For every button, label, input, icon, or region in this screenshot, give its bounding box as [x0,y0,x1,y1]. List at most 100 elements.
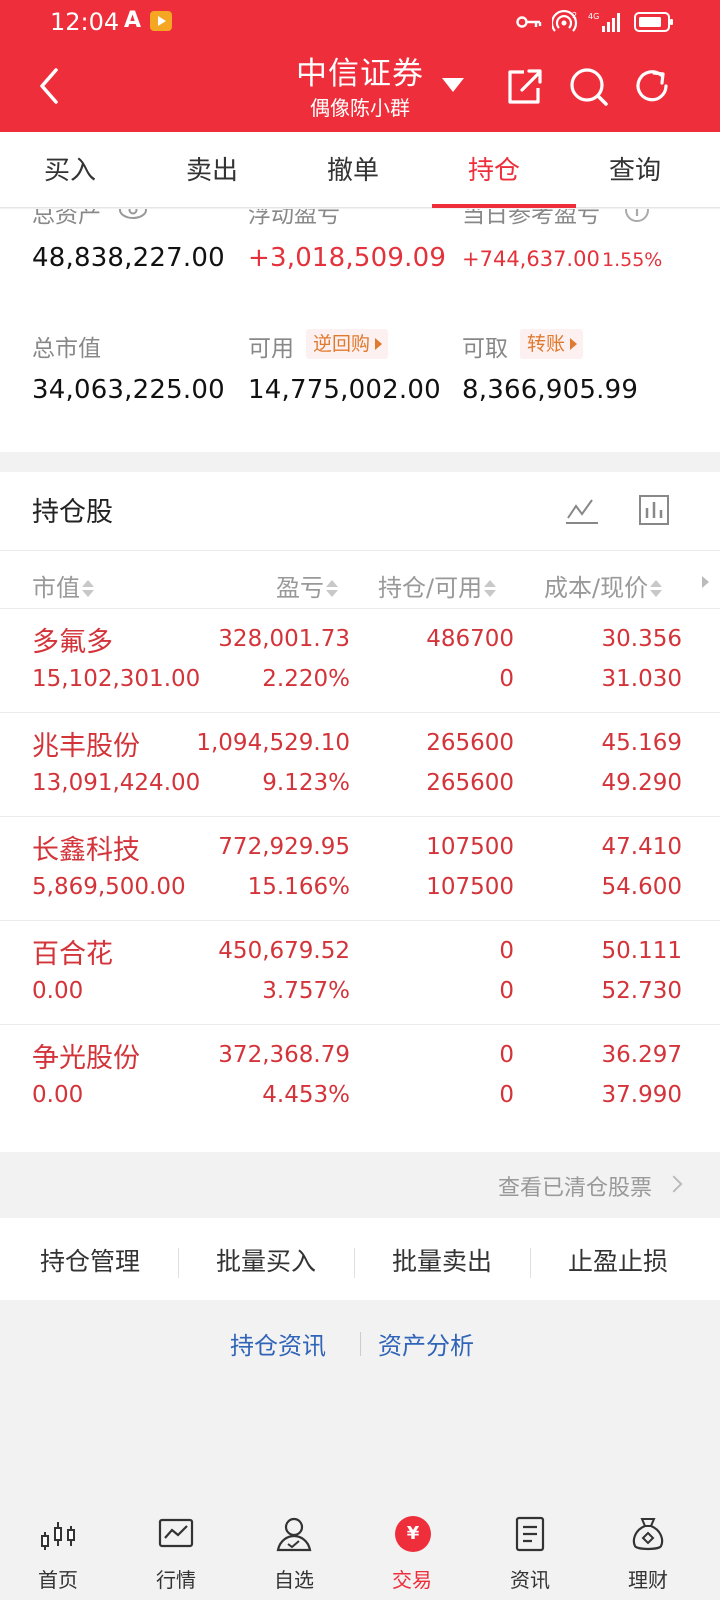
holding-row[interactable]: 兆丰股份 13,091,424.00 1,094,529.10 9.123% 26560… [0,712,720,816]
stock-price: 49.290 [601,770,682,796]
info-icon[interactable] [624,209,650,223]
total-assets-value: 48,838,227.00 [32,243,225,273]
stock-cost: 45.169 [601,730,682,756]
notification-video-icon [150,11,172,31]
stock-price: 31.030 [601,666,682,692]
holding-row[interactable]: 长鑫科技 5,869,500.00 772,929.95 15.166% 107500 1… [0,816,720,920]
stock-market-value: 0.00 [32,978,84,1004]
stock-pnl: 772,929.95 [218,834,350,860]
stock-name: 百合花 [32,939,113,970]
sort-icon [484,578,497,600]
key-icon [516,16,542,28]
batch-sell-button[interactable]: 批量卖出 [352,1242,532,1278]
tab-positions[interactable]: 持仓 [434,150,554,187]
hotspot-icon: 2 [552,10,577,32]
asset-analysis-link[interactable]: 资产分析 [378,1326,474,1361]
stock-position: 0 [499,938,514,964]
holding-row[interactable]: 百合花 0.00 450,679.52 3.757% 0 0 50.111 52.730 [0,920,720,1024]
holdings-actions: 持仓管理 批量买入 批量卖出 止盈止损 [0,1218,720,1300]
battery-icon [634,12,673,32]
stock-cost: 30.356 [601,626,682,652]
batch-buy-button[interactable]: 批量买入 [176,1242,356,1278]
stock-price: 52.730 [601,978,682,1004]
nav-news-label: 资讯 [510,1568,550,1592]
withdrawable-label: 可取 [462,336,508,362]
nav-market[interactable]: 行情 [126,1516,226,1596]
stock-name: 争光股份 [32,1043,140,1074]
floating-pnl-label: 浮动盈亏 [248,209,340,228]
stock-market-value: 5,869,500.00 [32,874,186,900]
stock-pnl-percent: 9.123% [262,770,350,796]
stock-pnl-percent: 2.220% [262,666,350,692]
signal-icon: 4G [588,12,620,32]
view-cleared-stocks[interactable]: 查看已清仓股票 [0,1152,720,1218]
available-label: 可用 [248,336,294,362]
row-divider [0,712,720,713]
status-time: 12:04 [50,8,120,36]
nav-trade-label: 交易 [392,1568,432,1592]
bar-chart-icon[interactable] [634,490,674,530]
sort-icon [82,578,94,600]
today-pnl-label: 当日参考盈亏 [462,209,600,228]
col-pnl[interactable]: 盈亏 [276,568,338,603]
account-name[interactable]: 偶像陈小群 [260,92,460,121]
position-management-button[interactable]: 持仓管理 [0,1242,180,1278]
col-cost-price[interactable]: 成本/现价 [544,568,663,603]
stock-name: 兆丰股份 [32,731,140,762]
nav-trade[interactable]: ¥ 交易 [362,1516,462,1596]
tab-cancel[interactable]: 撤单 [293,150,413,187]
nav-news[interactable]: 资讯 [480,1516,580,1596]
app-header: 12:04 A 2 4G 中信证券 偶像陈小群 [0,0,720,132]
search-icon[interactable] [566,64,610,108]
account-dropdown-icon[interactable] [442,78,464,92]
stock-available: 0 [499,666,514,692]
stock-pnl: 1,094,529.10 [196,730,350,756]
stock-position: 265600 [426,730,514,756]
col-market-value[interactable]: 市值 [32,568,94,603]
row-divider [0,608,720,609]
take-profit-stop-loss-button[interactable]: 止盈止损 [528,1242,708,1278]
nav-watchlist[interactable]: 自选 [244,1516,344,1596]
active-tab-indicator [432,204,576,208]
stock-available: 0 [499,1082,514,1108]
chevron-right-icon [665,1175,683,1193]
stock-position: 486700 [426,626,514,652]
market-value-value: 34,063,225.00 [32,375,225,405]
tab-sell[interactable]: 卖出 [152,150,272,187]
total-assets-label: 总资产 [32,209,101,228]
tab-buy[interactable]: 买入 [10,150,130,187]
col-position[interactable]: 持仓/可用 [378,568,497,603]
tab-query[interactable]: 查询 [575,150,695,187]
refresh-icon[interactable] [630,64,674,108]
stock-cost: 36.297 [601,1042,682,1068]
holding-row[interactable]: 多氟多 15,102,301.00 328,001.73 2.220% 486700 0 3… [0,608,720,712]
col-cost-price-label: 成本/现价 [544,574,649,602]
stock-pnl: 328,001.73 [218,626,350,652]
divider [360,1332,361,1356]
scroll-right-icon[interactable] [702,576,709,588]
stock-price: 54.600 [601,874,682,900]
stock-pnl-percent: 15.166% [247,874,350,900]
trend-chart-icon[interactable] [562,490,602,530]
nav-home-label: 首页 [38,1568,78,1592]
back-arrow-icon[interactable] [28,64,72,108]
col-pnl-label: 盈亏 [276,574,324,602]
broker-title[interactable]: 中信证券 [260,48,460,93]
nav-wealth[interactable]: 理财 [598,1516,698,1596]
withdrawable-value: 8,366,905.99 [462,375,639,405]
transfer-button[interactable]: 转账 [520,329,584,359]
position-news-link[interactable]: 持仓资讯 [230,1326,326,1361]
share-icon[interactable] [502,64,546,108]
holding-row[interactable]: 争光股份 0.00 372,368.79 4.453% 0 0 36.297 37.990 [0,1024,720,1128]
stock-market-value: 15,102,301.00 [32,666,201,692]
row-divider [0,816,720,817]
eye-icon[interactable] [118,209,148,221]
nav-home[interactable]: 首页 [8,1516,108,1596]
stock-cost: 47.410 [601,834,682,860]
candlestick-icon [41,1522,75,1550]
stock-available: 265600 [426,770,514,796]
reverse-repo-button[interactable]: 逆回购 [306,329,389,359]
status-bar: 12:04 A 2 4G [0,0,720,44]
trade-tabs: 买入 卖出 撤单 持仓 查询 [0,132,720,208]
stock-available: 107500 [426,874,514,900]
